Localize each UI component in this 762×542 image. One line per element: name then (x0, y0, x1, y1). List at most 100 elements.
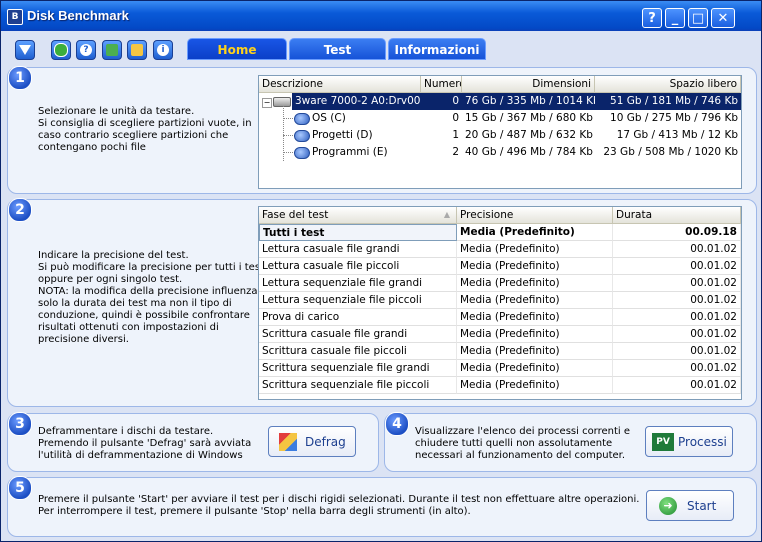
partition-icon (294, 113, 310, 125)
tab-informazioni[interactable]: Informazioni (388, 38, 486, 60)
step2-number: 2 (8, 198, 32, 222)
step2-panel: 2 Indicare la precisione del test. Si pu… (7, 198, 757, 407)
test-precision-grid[interactable]: Fase del test ▲ Precisione Durata Tutti i… (258, 206, 742, 400)
step4-text-line: necessari al funzionamento del computer. (415, 450, 626, 461)
test-row[interactable]: Scrittura casuale file grandi Media (Pred… (259, 326, 741, 343)
column-header-fase[interactable]: Fase del test ▲ (259, 207, 457, 224)
step3-description: Deframmentare i dischi da testare. Preme… (38, 426, 251, 462)
step2-text-line: Indicare la precisione del test. (38, 250, 189, 261)
test-row[interactable]: Scrittura sequenziale file piccoli Media … (259, 377, 741, 394)
step4-text-line: chiudere tutti quelli non assolutamente (415, 438, 613, 449)
step2-text-line: NOTA: la modifica della precisione influ… (38, 286, 258, 297)
test-row[interactable]: Scrittura casuale file piccoli Media (Pre… (259, 343, 741, 360)
step2-text-line: risultati ottenuti con impostazioni di (38, 322, 219, 333)
partition-icon (294, 147, 310, 159)
title-bar: B Disk Benchmark ? _ □ ✕ (1, 1, 761, 31)
toolbar: ? i Home Test Informazioni (1, 34, 761, 64)
test-row[interactable]: Tutti i test Media (Predefinito) 00.09.18 (259, 224, 741, 241)
tab-test[interactable]: Test (289, 38, 386, 60)
step2-text-line: precisione diversi. (38, 334, 129, 345)
drive-dim: 76 Gb / 335 Mb / 1014 Kb (462, 93, 595, 110)
defrag-button[interactable]: Defrag (268, 426, 356, 457)
partition-icon (294, 130, 310, 142)
partition-dim: 15 Gb / 367 Mb / 680 Kb (465, 112, 593, 124)
drive-row[interactable]: 3ware 7000-2 A0:Drv00 0 76 Gb / 335 Mb /… (292, 93, 741, 110)
recycle-button[interactable] (102, 40, 122, 60)
go-button[interactable] (51, 40, 71, 60)
test-fase: Scrittura casuale file piccoli (259, 343, 457, 360)
test-durata: 00.09.18 (613, 224, 741, 241)
start-button-label: Start (687, 499, 717, 513)
column-header-dimensioni[interactable]: Dimensioni (462, 76, 595, 93)
close-button[interactable]: ✕ (711, 8, 735, 28)
test-fase: Scrittura sequenziale file grandi (259, 360, 457, 377)
test-durata: 00.01.02 (613, 258, 741, 275)
info-button[interactable]: i (153, 40, 173, 60)
step1-number: 1 (8, 66, 32, 90)
start-button[interactable]: ➜ Start (646, 490, 734, 521)
column-header-durata[interactable]: Durata (613, 207, 741, 224)
defrag-button-label: Defrag (305, 435, 346, 449)
maximize-button[interactable]: □ (688, 8, 708, 28)
tab-home[interactable]: Home (187, 38, 287, 60)
test-precisione: Media (Predefinito) (457, 360, 613, 377)
step1-description: Selezionare le unità da testare. Si cons… (38, 106, 252, 154)
step1-text-line: Selezionare le unità da testare. (38, 106, 195, 117)
partition-row[interactable]: Programmi (E) 2 40 Gb / 496 Mb / 784 Kb … (309, 144, 741, 161)
column-header-fase-label: Fase del test (262, 209, 329, 221)
filter-icon (19, 45, 31, 55)
test-fase: Scrittura casuale file grandi (259, 326, 457, 343)
test-durata: 00.01.02 (613, 292, 741, 309)
test-row[interactable]: Lettura sequenziale file grandi Media (Pr… (259, 275, 741, 292)
partition-desc: OS (C) (312, 112, 346, 124)
test-durata: 00.01.02 (613, 360, 741, 377)
partition-num: 1 (452, 129, 459, 141)
help-caption-button[interactable]: ? (642, 8, 662, 28)
step5-number: 5 (8, 476, 32, 500)
partition-row[interactable]: OS (C) 0 15 Gb / 367 Mb / 680 Kb 10 Gb /… (309, 110, 741, 127)
step1-text-line: caso contrario scegliere partizioni che (38, 130, 229, 141)
help-icon: ? (80, 44, 92, 56)
test-fase: Tutti i test (259, 224, 457, 241)
test-fase: Prova di carico (259, 309, 457, 326)
filter-button[interactable] (15, 40, 35, 60)
tree-line (283, 135, 293, 136)
minimize-button[interactable]: _ (665, 8, 685, 28)
test-row[interactable]: Lettura casuale file grandi Media (Predef… (259, 241, 741, 258)
collapse-toggle[interactable]: − (262, 98, 272, 108)
process-viewer-icon: PV (652, 433, 674, 451)
help-button[interactable]: ? (76, 40, 96, 60)
step4-description: Visualizzare l'elenco dei processi corre… (415, 426, 630, 462)
column-header-precisione[interactable]: Precisione (457, 207, 613, 224)
test-row[interactable]: Scrittura sequenziale file grandi Media (… (259, 360, 741, 377)
column-header-numero[interactable]: Numero (421, 76, 462, 93)
test-durata: 00.01.02 (613, 326, 741, 343)
drive-desc: 3ware 7000-2 A0:Drv00 (292, 93, 421, 110)
test-row[interactable]: Lettura casuale file piccoli Media (Prede… (259, 258, 741, 275)
test-row[interactable]: Lettura sequenziale file piccoli Media (P… (259, 292, 741, 309)
test-precisione: Media (Predefinito) (457, 326, 613, 343)
step4-number: 4 (385, 412, 409, 436)
column-header-descrizione[interactable]: Descrizione (259, 76, 421, 93)
test-precisione: Media (Predefinito) (457, 241, 613, 258)
partition-num: 2 (452, 146, 459, 158)
test-durata: 00.01.02 (613, 309, 741, 326)
partition-desc: Programmi (E) (312, 146, 388, 158)
start-arrow-icon: ➜ (659, 497, 677, 515)
step1-text-line: contengano pochi file (38, 142, 146, 153)
drive-list[interactable]: Descrizione Numero Dimensioni Spazio lib… (258, 75, 742, 189)
test-precisione: Media (Predefinito) (457, 224, 613, 241)
test-fase: Scrittura sequenziale file piccoli (259, 377, 457, 394)
test-row[interactable]: Prova di carico Media (Predefinito) 00.01.… (259, 309, 741, 326)
processi-button[interactable]: PV Processi (645, 426, 733, 457)
step5-panel: 5 Premere il pulsante 'Start' per avviar… (7, 476, 757, 537)
partition-desc: Progetti (D) (312, 129, 373, 141)
tools-button[interactable] (127, 40, 147, 60)
step2-text-line: conduzione, quindi è possibile confronta… (38, 310, 250, 321)
partition-row[interactable]: Progetti (D) 1 20 Gb / 487 Mb / 632 Kb 1… (309, 127, 741, 144)
go-icon (54, 43, 68, 57)
test-durata: 00.01.02 (613, 377, 741, 394)
app-window: B Disk Benchmark ? _ □ ✕ ? i Home Test I… (0, 0, 762, 542)
step2-text-line: solo la durata dei test ma non il tipo d… (38, 298, 232, 309)
column-header-spazio-libero[interactable]: Spazio libero (595, 76, 741, 93)
